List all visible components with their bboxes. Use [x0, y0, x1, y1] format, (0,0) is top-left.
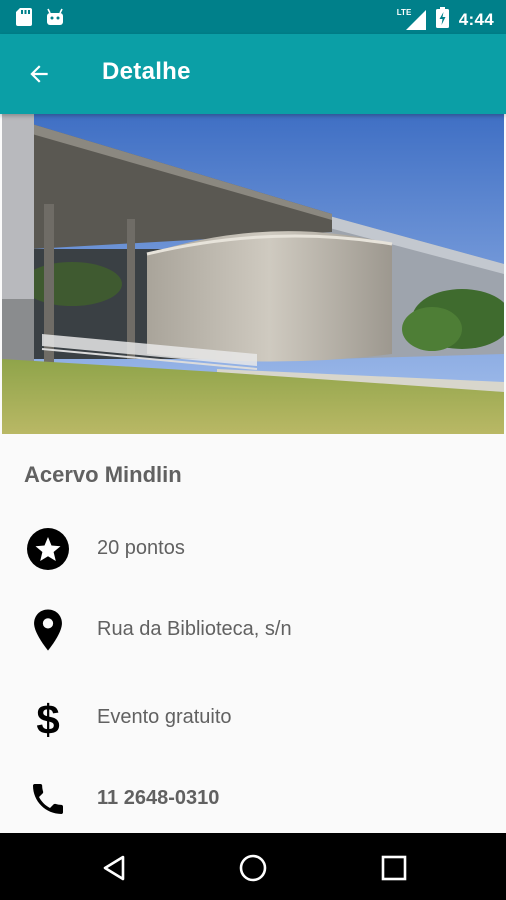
star-circle-icon	[26, 527, 70, 571]
detail-row-phone[interactable]: 11 2648-0310	[0, 769, 506, 829]
android-icon	[46, 8, 64, 31]
dollar-icon: $	[26, 696, 70, 740]
phone-icon	[26, 777, 70, 821]
page-title: Detalhe	[102, 58, 191, 85]
hero-image	[2, 114, 504, 434]
sd-card-icon	[16, 8, 32, 31]
status-right-icons: LTE 4:44	[396, 7, 494, 33]
system-nav-bar	[0, 833, 506, 900]
back-button[interactable]	[22, 57, 56, 91]
home-circle-icon	[239, 854, 267, 882]
status-time: 4:44	[458, 10, 494, 29]
status-bar: LTE 4:44	[0, 0, 506, 34]
battery-charging-icon	[435, 7, 449, 33]
nav-home-button[interactable]	[233, 848, 273, 888]
app-bar: Detalhe	[0, 34, 506, 114]
network-label: LTE	[396, 8, 412, 17]
price-text: Evento gratuito	[97, 706, 232, 728]
recents-square-icon	[381, 855, 407, 881]
nav-back-button[interactable]	[94, 848, 134, 888]
nav-recents-button[interactable]	[374, 848, 414, 888]
detail-row-price: $ Evento gratuito	[0, 688, 506, 748]
status-left-icons	[16, 8, 64, 31]
detail-row-points: 20 pontos	[0, 519, 506, 579]
back-triangle-icon	[103, 855, 125, 881]
arrow-left-icon	[30, 65, 48, 83]
svg-text:$: $	[36, 696, 59, 740]
address-text: Rua da Biblioteca, s/n	[97, 618, 292, 640]
location-pin-icon	[26, 608, 70, 652]
lte-signal-icon: LTE	[396, 8, 426, 30]
points-text: 20 pontos	[97, 537, 185, 559]
place-name: Acervo Mindlin	[24, 462, 182, 487]
building-photo	[2, 114, 504, 434]
phone-text: 11 2648-0310	[97, 787, 220, 809]
detail-row-address[interactable]: Rua da Biblioteca, s/n	[0, 600, 506, 660]
